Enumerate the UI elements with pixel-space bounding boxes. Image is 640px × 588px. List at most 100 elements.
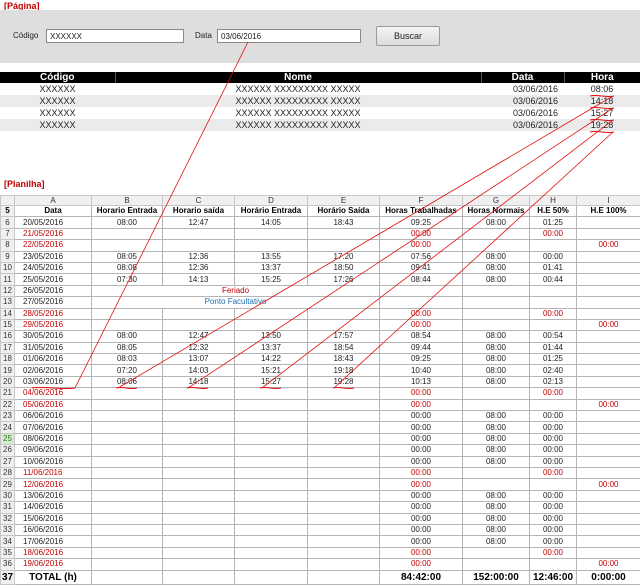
row-number[interactable]: 6 (0, 216, 15, 229)
cell-date[interactable]: 02/06/2016 (14, 364, 92, 377)
cell-he-50[interactable]: 00:54 (529, 330, 577, 343)
row-number[interactable]: 29 (0, 478, 15, 491)
cell-saida-1[interactable] (162, 535, 235, 548)
cell-entrada-2[interactable] (234, 444, 308, 457)
cell-date[interactable]: 14/06/2016 (14, 501, 92, 514)
cell-he-100[interactable] (576, 501, 640, 514)
cell-saida-2[interactable] (307, 307, 380, 320)
cell-date[interactable]: 18/06/2016 (14, 546, 92, 560)
cell-entrada-1[interactable]: 08:03 (91, 353, 163, 366)
cell-horas-normais[interactable] (462, 398, 530, 412)
cell-he-50[interactable]: 00:00 (529, 455, 577, 469)
cell-he-100[interactable] (576, 261, 640, 275)
cell-he-50[interactable] (529, 558, 577, 571)
cell-entrada-2[interactable] (234, 546, 308, 560)
cell-entrada-2[interactable] (234, 535, 308, 548)
cell-he-100[interactable] (576, 512, 640, 525)
cell-date[interactable]: 07/06/2016 (14, 421, 92, 434)
cell-saida-1[interactable]: 12:36 (162, 261, 235, 275)
cell-saida-2[interactable] (307, 239, 380, 252)
cell-saida-2[interactable] (307, 227, 380, 241)
cell-entrada-2[interactable] (234, 558, 308, 571)
cell-entrada-1[interactable] (91, 398, 163, 412)
total-horas-normais[interactable]: 152:00:00 (462, 569, 530, 585)
cell-entrada-2[interactable] (234, 421, 308, 434)
row-number[interactable]: 28 (0, 466, 15, 480)
cell-horas-trabalhadas[interactable]: 09:25 (379, 353, 463, 366)
cell-date[interactable]: 20/05/2016 (14, 216, 92, 229)
cell-entrada-1[interactable]: 08:00 (91, 330, 163, 343)
cell-saida-2[interactable]: 17:20 (307, 250, 380, 263)
cell-entrada-2[interactable] (234, 398, 308, 412)
cell-date[interactable]: 04/06/2016 (14, 387, 92, 400)
cell-date[interactable]: 08/06/2016 (14, 432, 92, 446)
cell-horas-normais[interactable]: 08:00 (462, 330, 530, 343)
cell-horas-normais[interactable]: 08:00 (462, 421, 530, 434)
cell-entrada-2[interactable] (234, 239, 308, 252)
row-number[interactable]: 35 (0, 546, 15, 560)
cell-horas-normais[interactable]: 08:00 (462, 410, 530, 423)
total-he-50[interactable]: 12:46:00 (529, 569, 577, 585)
cell-horas-trabalhadas[interactable]: 00:00 (379, 432, 463, 446)
column-letter[interactable]: E (307, 195, 380, 206)
results-row[interactable]: XXXXXX XXXXXX XXXXXXXXX XXXXX 03/06/2016 19… (0, 119, 640, 131)
row-number[interactable]: 17 (0, 341, 15, 355)
cell-saida-1[interactable] (162, 478, 235, 491)
cell-horas-normais[interactable] (462, 466, 530, 480)
cell-entrada-1[interactable] (91, 535, 163, 548)
cell-saida-2[interactable] (307, 512, 380, 525)
cell-entrada-2[interactable]: 14:22 (234, 353, 308, 366)
cell-he-50[interactable]: 00:00 (529, 410, 577, 423)
cell-he-100[interactable] (576, 250, 640, 263)
cell-entrada-2[interactable] (234, 318, 308, 332)
cell-he-100[interactable] (576, 353, 640, 366)
cell-saida-2[interactable]: 17:57 (307, 330, 380, 343)
cell-entrada-1[interactable]: 07:20 (91, 364, 163, 377)
cell-date[interactable]: 31/05/2016 (14, 341, 92, 355)
cell-entrada-2[interactable] (234, 512, 308, 525)
row-number[interactable]: 32 (0, 512, 15, 525)
cell-he-100[interactable]: 00:00 (576, 558, 640, 571)
cell-horas-trabalhadas[interactable]: 00:00 (379, 410, 463, 423)
cell-horas-normais[interactable]: 08:00 (462, 375, 530, 389)
cell-saida-2[interactable] (307, 535, 380, 548)
total-entrada-1[interactable] (91, 569, 163, 585)
cell-saida-2[interactable] (307, 410, 380, 423)
cell-he-50[interactable]: 00:00 (529, 523, 577, 537)
cell-he-100[interactable] (576, 444, 640, 457)
row-number[interactable]: 5 (0, 204, 15, 218)
cell-saida-2[interactable]: 17:26 (307, 273, 380, 286)
cell-entrada-2[interactable]: 13:55 (234, 250, 308, 263)
cell-he-100[interactable] (576, 489, 640, 503)
cell-horas-trabalhadas[interactable]: 00:00 (379, 546, 463, 560)
cell-entrada-1[interactable] (91, 421, 163, 434)
cell-he-100[interactable] (576, 546, 640, 560)
cell-saida-1[interactable]: 14:18 (162, 375, 235, 389)
cell-he-50[interactable]: 01:41 (529, 261, 577, 275)
cell-he-50[interactable]: 00:00 (529, 489, 577, 503)
cell-saida-2[interactable] (307, 523, 380, 537)
cell-horas-trabalhadas[interactable]: 00:00 (379, 558, 463, 571)
results-row[interactable]: XXXXXX XXXXXX XXXXXXXXX XXXXX 03/06/2016 08… (0, 83, 640, 95)
cell-entrada-1[interactable] (91, 239, 163, 252)
cell-horas-trabalhadas[interactable]: 00:00 (379, 444, 463, 457)
column-letter[interactable]: A (14, 195, 92, 206)
cell-entrada-2[interactable] (234, 523, 308, 537)
cell-he-50[interactable]: 01:25 (529, 353, 577, 366)
row-number[interactable]: 7 (0, 227, 15, 241)
total-he-100[interactable]: 0:00:00 (576, 569, 640, 585)
cell-entrada-1[interactable] (91, 546, 163, 560)
cell-date[interactable]: 23/05/2016 (14, 250, 92, 263)
cell-entrada-2[interactable] (234, 227, 308, 241)
cell-saida-2[interactable]: 18:43 (307, 353, 380, 366)
cell-horas-normais[interactable] (462, 546, 530, 560)
cell-saida-2[interactable] (307, 444, 380, 457)
cell-he-50[interactable]: 00:00 (529, 432, 577, 446)
cell-saida-2[interactable] (307, 398, 380, 412)
cell-saida-1[interactable] (162, 444, 235, 457)
cell-horas-normais[interactable] (462, 296, 530, 309)
cell-horas-trabalhadas[interactable]: 00:00 (379, 227, 463, 241)
row-number[interactable]: 34 (0, 535, 15, 548)
cell-horas-trabalhadas[interactable]: 09:44 (379, 341, 463, 355)
row-number[interactable]: 16 (0, 330, 15, 343)
